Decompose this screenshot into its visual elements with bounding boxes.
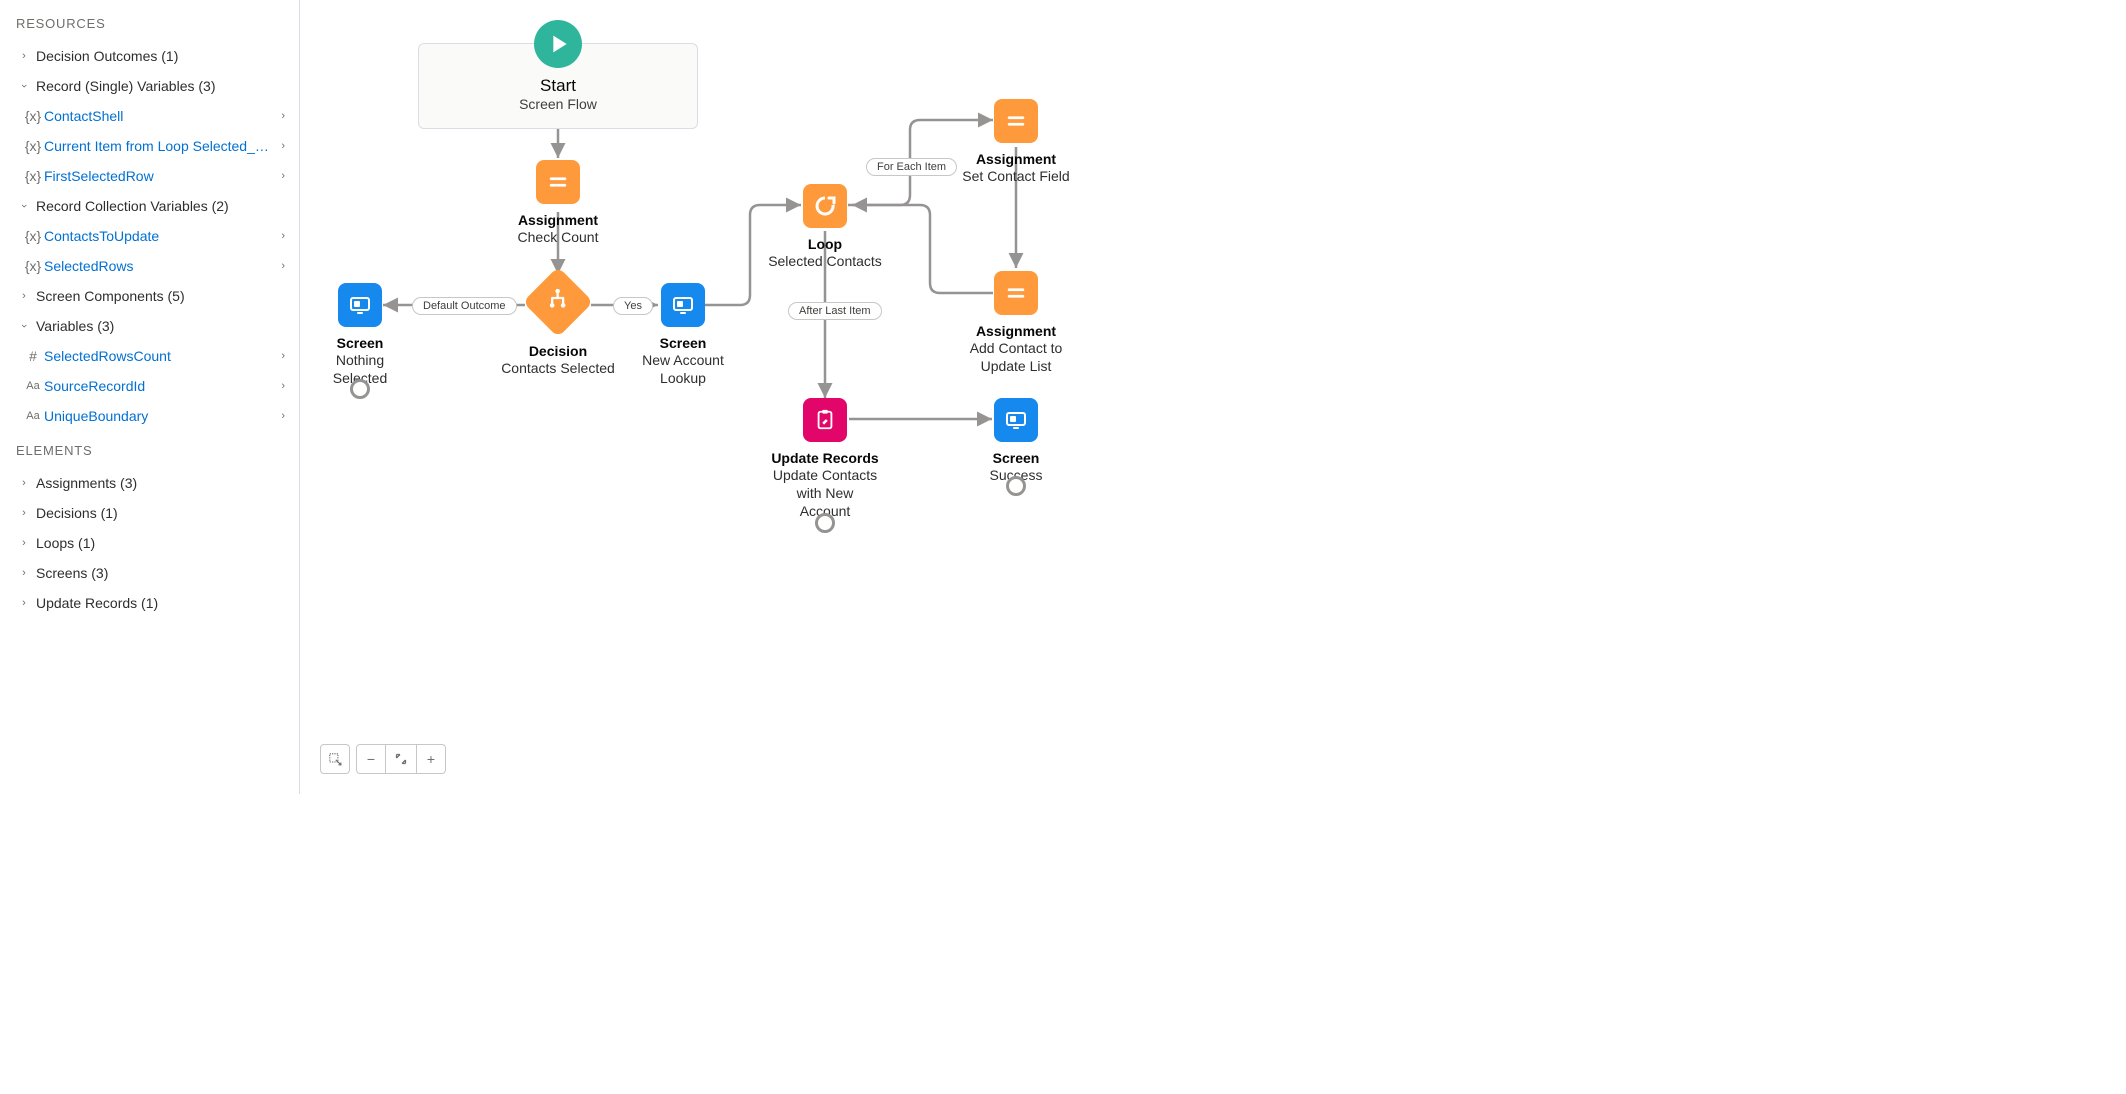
variable-icon: {x} <box>22 138 44 154</box>
node-update-records[interactable]: Update Records Update Contacts with New … <box>770 398 880 533</box>
chevron-right-icon: › <box>16 290 32 302</box>
chevron-right-icon: › <box>277 140 289 152</box>
var-current-item[interactable]: {x} Current Item from Loop Selected_Co… … <box>0 131 299 161</box>
tree-decision-outcomes[interactable]: › Decision Outcomes (1) <box>0 41 299 71</box>
tree-assignments[interactable]: › Assignments (3) <box>0 468 299 498</box>
var-selected-rows-count[interactable]: # SelectedRowsCount › <box>0 341 299 371</box>
tree-variables[interactable]: › Variables (3) <box>0 311 299 341</box>
tree-loops[interactable]: › Loops (1) <box>0 528 299 558</box>
zoom-in-button[interactable]: + <box>416 744 446 774</box>
node-new-account-lookup[interactable]: Screen New Account Lookup <box>640 283 726 387</box>
tree-decisions[interactable]: › Decisions (1) <box>0 498 299 528</box>
var-selected-rows[interactable]: {x} SelectedRows › <box>0 251 299 281</box>
var-unique-boundary[interactable]: Aa UniqueBoundary › <box>0 401 299 431</box>
tree-screen-components[interactable]: › Screen Components (5) <box>0 281 299 311</box>
canvas-toolbar: − + <box>320 744 446 774</box>
chevron-right-icon: › <box>277 170 289 182</box>
text-icon: Aa <box>22 380 44 392</box>
tree-update-records[interactable]: › Update Records (1) <box>0 588 299 618</box>
update-records-icon <box>803 398 847 442</box>
select-tool-button[interactable] <box>320 744 350 774</box>
chevron-right-icon: › <box>277 380 289 392</box>
node-add-to-list[interactable]: Assignment Add Contact to Update List <box>964 271 1068 375</box>
resources-header: RESOURCES <box>0 14 299 41</box>
chevron-right-icon: › <box>277 410 289 422</box>
flow-canvas[interactable]: Start Screen Flow Assignment Check Count… <box>300 0 1548 794</box>
screen-icon <box>338 283 382 327</box>
node-loop[interactable]: Loop Selected Contacts <box>767 184 883 270</box>
chevron-right-icon: › <box>16 507 32 519</box>
node-check-count[interactable]: Assignment Check Count <box>515 160 601 246</box>
elements-header: ELEMENTS <box>0 441 299 468</box>
variable-icon: {x} <box>22 168 44 184</box>
start-subtitle: Screen Flow <box>519 96 597 112</box>
chevron-right-icon: › <box>16 537 32 549</box>
screen-icon <box>661 283 705 327</box>
tree-screens[interactable]: › Screens (3) <box>0 558 299 588</box>
play-icon <box>534 20 582 68</box>
var-contact-shell[interactable]: {x} ContactShell › <box>0 101 299 131</box>
decision-icon <box>523 267 594 338</box>
number-icon: # <box>22 348 44 364</box>
chevron-down-icon: › <box>18 198 30 214</box>
chevron-right-icon: › <box>277 110 289 122</box>
screen-icon <box>994 398 1038 442</box>
text-icon: Aa <box>22 410 44 422</box>
label-for-each: For Each Item <box>866 158 957 176</box>
loop-icon <box>803 184 847 228</box>
assignment-icon <box>994 99 1038 143</box>
variable-icon: {x} <box>22 228 44 244</box>
start-title: Start <box>540 76 576 96</box>
variable-icon: {x} <box>22 258 44 274</box>
var-source-record-id[interactable]: Aa SourceRecordId › <box>0 371 299 401</box>
chevron-right-icon: › <box>277 350 289 362</box>
chevron-right-icon: › <box>16 567 32 579</box>
node-success[interactable]: Screen Success <box>985 398 1047 496</box>
chevron-right-icon: › <box>277 230 289 242</box>
assignment-icon <box>536 160 580 204</box>
tree-record-collection-vars[interactable]: › Record Collection Variables (2) <box>0 191 299 221</box>
tree-record-single-vars[interactable]: › Record (Single) Variables (3) <box>0 71 299 101</box>
assignment-icon <box>994 271 1038 315</box>
variable-icon: {x} <box>22 108 44 124</box>
sidebar: RESOURCES › Decision Outcomes (1) › Reco… <box>0 0 300 794</box>
chevron-right-icon: › <box>16 477 32 489</box>
label-default-outcome: Default Outcome <box>412 297 517 315</box>
chevron-right-icon: › <box>277 260 289 272</box>
var-first-selected-row[interactable]: {x} FirstSelectedRow › <box>0 161 299 191</box>
var-contacts-to-update[interactable]: {x} ContactsToUpdate › <box>0 221 299 251</box>
zoom-fit-button[interactable] <box>386 744 416 774</box>
node-nothing-selected[interactable]: Screen Nothing Selected <box>307 283 413 399</box>
start-node[interactable]: Start Screen Flow <box>418 43 698 129</box>
zoom-out-button[interactable]: − <box>356 744 386 774</box>
node-set-contact-field[interactable]: Assignment Set Contact Field <box>960 99 1072 185</box>
label-after-last: After Last Item <box>788 302 882 320</box>
chevron-right-icon: › <box>16 597 32 609</box>
chevron-down-icon: › <box>18 78 30 94</box>
chevron-right-icon: › <box>16 50 32 62</box>
label-yes: Yes <box>613 297 653 315</box>
node-decision[interactable]: Decision Contacts Selected <box>500 277 616 377</box>
chevron-down-icon: › <box>18 318 30 334</box>
